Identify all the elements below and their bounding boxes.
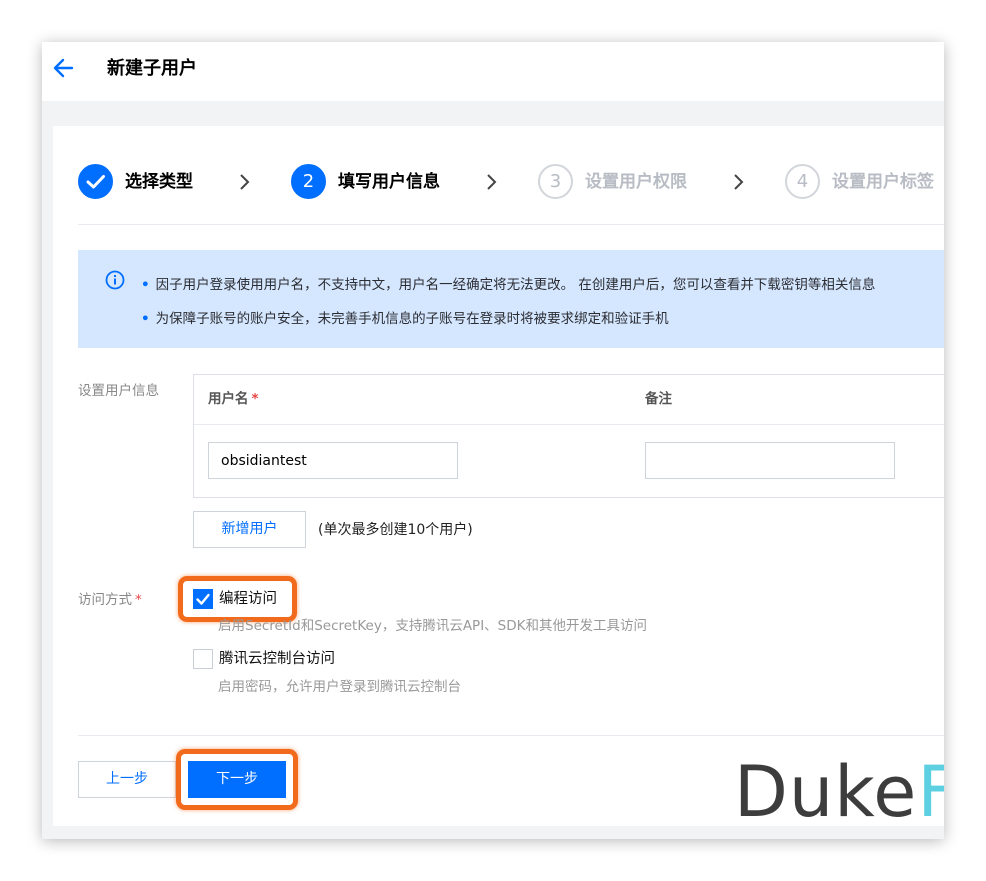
remark-input[interactable] [645, 442, 895, 479]
checkmark-icon [86, 175, 105, 189]
checkmark-icon [196, 593, 210, 605]
divider [78, 735, 944, 736]
watermark-text: Fox [917, 751, 944, 833]
notice-item: • 因子用户登录使用用户名，不支持中文，用户名一经确定将无法更改。 在创建用户后，… [141, 277, 876, 293]
add-user-button[interactable]: 新增用户 [193, 511, 306, 548]
programmatic-access-label[interactable]: 编程访问 [219, 589, 277, 609]
step-label: 选择类型 [125, 172, 193, 192]
step-number: 2 [291, 164, 326, 199]
column-header-remark: 备注 [645, 391, 672, 407]
required-mark: * [251, 391, 259, 407]
notice-text: 因子用户登录使用用户名，不支持中文，用户名一经确定将无法更改。 在创建用户后，您… [155, 277, 876, 293]
info-notice: • 因子用户登录使用用户名，不支持中文，用户名一经确定将无法更改。 在创建用户后，… [78, 250, 944, 348]
form-card: 选择类型 2 填写用户信息 3 设置用户权限 4 设置用户标签 • 因子用户登录… [53, 126, 944, 826]
access-label-text: 访问方式 [78, 592, 132, 608]
stepper: 选择类型 2 填写用户信息 3 设置用户权限 4 设置用户标签 [78, 164, 944, 200]
console-access-label[interactable]: 腾讯云控制台访问 [219, 649, 335, 669]
page-title: 新建子用户 [107, 58, 197, 79]
app-window: 新建子用户 选择类型 2 填写用户信息 3 设置用户权限 4 设置用户标签 • … [42, 42, 944, 839]
step-number: 3 [538, 164, 573, 199]
next-step-button[interactable]: 下一步 [188, 761, 286, 798]
header-bar: 新建子用户 [42, 42, 944, 101]
console-access-checkbox[interactable] [193, 649, 213, 669]
back-arrow-icon[interactable] [52, 57, 74, 79]
access-method-label: 访问方式 * [78, 590, 142, 610]
step-label: 设置用户标签 [832, 172, 934, 192]
divider [78, 224, 944, 225]
chevron-right-icon [734, 174, 744, 190]
user-table: 用户名 * 备注 [193, 374, 944, 498]
step-label: 设置用户权限 [585, 172, 687, 192]
column-label: 用户名 [208, 391, 249, 407]
table-header: 用户名 * 备注 [194, 375, 944, 425]
add-user-hint: (单次最多创建10个用户) [318, 522, 473, 538]
programmatic-access-checkbox[interactable] [193, 589, 213, 609]
chevron-right-icon [487, 174, 497, 190]
programmatic-access-description: 启用SecretId和SecretKey，支持腾讯云API、SDK和其他开发工具… [218, 618, 648, 634]
required-mark: * [135, 592, 142, 608]
chevron-right-icon [240, 174, 250, 190]
notice-text: 为保障子账号的账户安全，未完善手机信息的子账号在登录时将被要求绑定和验证手机 [155, 311, 669, 327]
info-icon [105, 270, 125, 290]
notice-item: • 为保障子账号的账户安全，未完善手机信息的子账号在登录时将被要求绑定和验证手机 [141, 311, 669, 327]
user-info-label: 设置用户信息 [78, 383, 159, 399]
previous-step-button[interactable]: 上一步 [78, 761, 176, 798]
username-input[interactable] [208, 442, 458, 479]
watermark-text: Duke [734, 751, 918, 833]
step-label: 填写用户信息 [338, 172, 440, 192]
step-number: 4 [785, 164, 820, 199]
step-done-indicator [78, 164, 113, 199]
column-header-username: 用户名 * [208, 389, 259, 409]
watermark-logo: DukeFox [734, 752, 944, 832]
console-access-description: 启用密码，允许用户登录到腾讯云控制台 [218, 679, 461, 695]
